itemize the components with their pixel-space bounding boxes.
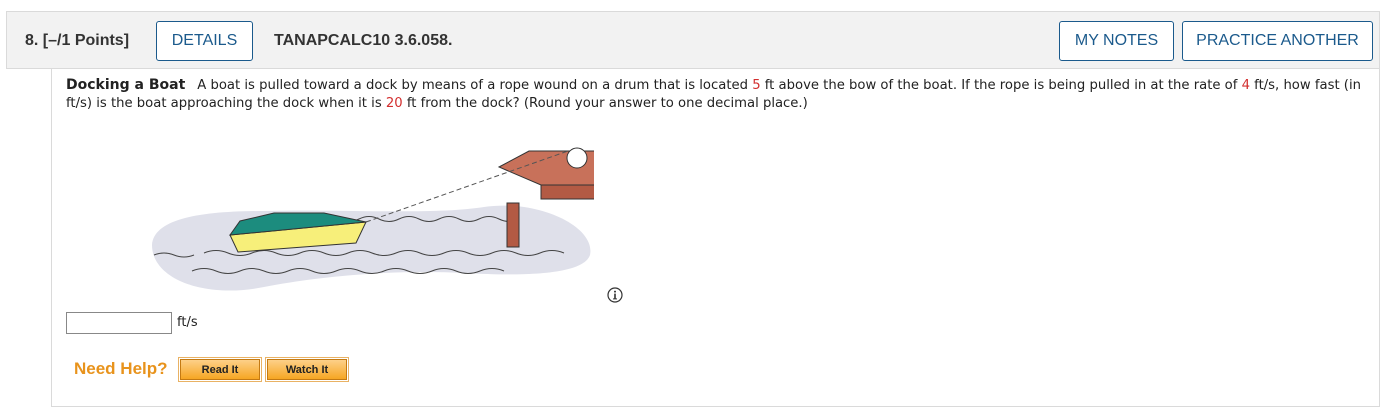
- water-area: [152, 205, 591, 291]
- read-it-button[interactable]: Read It: [178, 357, 262, 382]
- question-header: 8. [–/1 Points] DETAILS TANAPCALC10 3.6.…: [6, 11, 1380, 69]
- dock-front: [540, 184, 594, 200]
- distance-value: 20: [385, 96, 403, 111]
- need-help-label: Need Help?: [74, 359, 168, 378]
- question-number: 8.: [25, 32, 39, 49]
- height-value: 5: [752, 78, 761, 93]
- question-heading: 8. [–/1 Points]: [25, 32, 129, 50]
- answer-input[interactable]: [66, 312, 172, 334]
- info-circle-icon[interactable]: [607, 287, 623, 303]
- problem-code: TANAPCALC10 3.6.058.: [274, 32, 453, 49]
- my-notes-button[interactable]: MY NOTES: [1059, 21, 1174, 61]
- question-body: Docking a Boat A boat is pulled toward a …: [51, 69, 1380, 407]
- dock-post: [506, 202, 520, 248]
- practice-another-button[interactable]: PRACTICE ANOTHER: [1182, 21, 1373, 61]
- boat-dock-figure: [152, 147, 594, 291]
- question-points: [–/1 Points]: [42, 32, 130, 49]
- answer-unit: ft/s: [177, 315, 198, 330]
- question-text: Docking a Boat A boat is pulled toward a …: [66, 77, 1361, 111]
- drum: [566, 147, 588, 169]
- watch-it-button[interactable]: Watch It: [265, 357, 349, 382]
- question-title: Docking a Boat: [66, 77, 186, 93]
- rate-value: 4: [1241, 78, 1250, 93]
- details-button[interactable]: DETAILS: [156, 21, 253, 61]
